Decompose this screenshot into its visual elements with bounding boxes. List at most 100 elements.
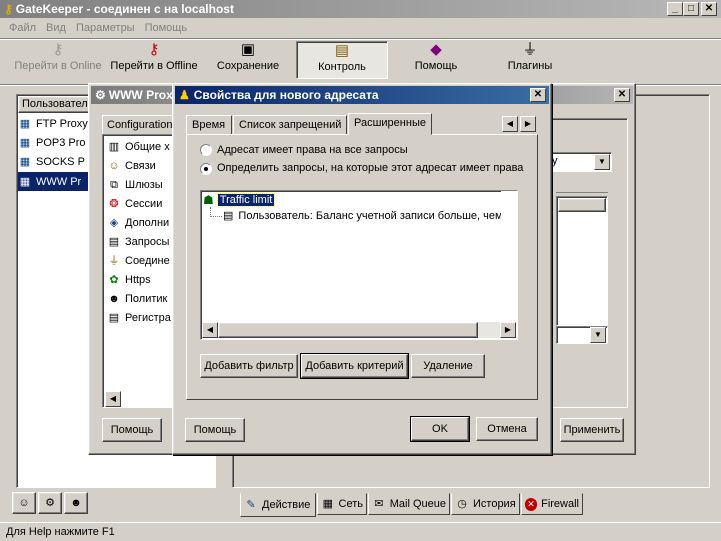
proxy-help-button[interactable]: Помощь	[102, 418, 162, 442]
add-filter-button-label: Добавить фильтр	[204, 360, 294, 372]
apply-button-label: Применить	[563, 424, 621, 436]
dialog-help-button-label: Помощь	[193, 424, 237, 436]
gears-icon: ⚙	[45, 497, 55, 509]
tab-time[interactable]: Время	[186, 115, 232, 135]
https-icon: ✿	[109, 273, 119, 286]
network-icon: ▦	[322, 498, 333, 510]
list-item-pop3[interactable]: ▦ POP3 Pro	[18, 133, 86, 152]
proxy-tree-links-label: Связи	[125, 159, 156, 172]
proxy-tree-scroll-left[interactable]: ◀	[105, 391, 121, 407]
proxy-tree-policy[interactable]: ☻ Политик	[107, 289, 167, 308]
list-item-www[interactable]: ▦ WWW Pr	[18, 172, 92, 191]
tab-blacklist[interactable]: Список запрещений	[233, 115, 347, 135]
rules-tree-child[interactable]: ▤ Пользователь: Баланс учетной записи бо…	[223, 209, 512, 223]
left-tab-users[interactable]: ☺	[12, 492, 36, 514]
users-icon: ☺	[18, 497, 30, 509]
radio-define-requests[interactable]: Определить запросы, на которые этот адре…	[200, 162, 530, 175]
menu-file[interactable]: Файл	[9, 22, 36, 34]
add-criterion-button-label: Добавить критерий	[305, 360, 404, 372]
gateways-icon: ⧉	[110, 178, 118, 191]
dialog-close-button[interactable]: ✕	[530, 88, 546, 102]
status-bar: Для Help нажмите F1	[0, 522, 721, 541]
ok-button[interactable]: OK	[410, 416, 470, 442]
left-tab-person[interactable]: ☻	[64, 492, 88, 514]
minimize-button[interactable]: _	[667, 2, 683, 16]
floppy-icon: ▣	[240, 41, 256, 58]
right-window-combo2-arrow[interactable]: ▼	[590, 327, 606, 343]
right-window-combo-arrow[interactable]: ▼	[594, 154, 610, 170]
person-icon: ☻	[70, 497, 82, 509]
right-window-line	[556, 192, 608, 193]
list-item-ftp[interactable]: ▦ FTP Proxy	[18, 114, 88, 133]
proxy-tree-gateways[interactable]: ⧉ Шлюзы	[107, 175, 163, 194]
rules-tree-vscroll-track	[501, 191, 517, 322]
left-tab-network[interactable]: ⚙	[38, 492, 62, 514]
proxy-tree-additional[interactable]: ◈ Дополни	[107, 213, 169, 232]
proxy-tree-sessions[interactable]: ❂ Сессии	[107, 194, 162, 213]
right-window-list-header	[558, 198, 606, 212]
proxy-tree-gateways-label: Шлюзы	[125, 178, 163, 191]
toolbar-control[interactable]: ▤ Контроль	[296, 41, 388, 79]
requests-icon: ▤	[108, 235, 120, 248]
left-panel-list: ▦ FTP Proxy ▦ POP3 Pro ▦ SOCKS P ▦ WWW Pr	[18, 114, 92, 194]
left-bottom-tabs: ☺ ⚙ ☻	[12, 492, 88, 516]
sessions-icon: ❂	[109, 197, 119, 210]
key-icon: ⚷	[52, 41, 64, 58]
proxy-tab-configuration[interactable]: Configuration	[102, 115, 176, 135]
proxy-tree-https[interactable]: ✿ Https	[107, 270, 150, 289]
toolbar-save[interactable]: ▣ Сохранение	[202, 42, 294, 78]
rules-tree-child-label: Пользователь: Баланс учетной записи боль…	[238, 209, 512, 222]
dialog-help-button[interactable]: Помощь	[185, 418, 245, 442]
rules-tree-root-label: Traffic limit	[216, 193, 276, 207]
right-window-combo-value: у	[552, 155, 558, 167]
hscroll-thumb[interactable]	[218, 322, 478, 338]
delete-button[interactable]: Удаление	[411, 354, 485, 378]
tab-network[interactable]: ▦ Сеть	[317, 493, 367, 515]
tab-advanced[interactable]: Расширенные	[348, 113, 432, 135]
proxy-tree-general[interactable]: ▥ Общие х	[107, 137, 170, 156]
menu-help[interactable]: Помощь	[145, 22, 188, 34]
action-icon: ✎	[246, 499, 256, 511]
tab-history[interactable]: ◷ История	[451, 493, 520, 515]
menu-settings[interactable]: Параметры	[76, 22, 135, 34]
rules-tree-hscroll[interactable]: ◀ ▶	[202, 322, 516, 338]
toolbar-go-offline[interactable]: ⚷ Перейти в Offline	[106, 42, 202, 78]
mail-icon: ✉	[374, 498, 384, 510]
tab-blacklist-label: Список запрещений	[239, 119, 342, 131]
close-button[interactable]: ✕	[701, 2, 717, 16]
hscroll-right-arrow[interactable]: ▶	[500, 322, 516, 338]
tab-firewall[interactable]: ✕ Firewall	[521, 493, 583, 515]
apply-button[interactable]: Применить	[560, 418, 624, 442]
list-item-socks-label: SOCKS P	[36, 155, 85, 168]
cancel-button-label: Отмена	[487, 423, 527, 435]
maximize-button[interactable]: □	[683, 2, 699, 16]
toolbar-go-online[interactable]: ⚷ Перейти в Online	[10, 42, 106, 78]
rules-tree-root[interactable]: ☗ Traffic limit	[203, 193, 276, 207]
plugin-icon: ⏚	[522, 41, 538, 58]
proxy-tree-links[interactable]: ☺ Связи	[107, 156, 156, 175]
toolbar-plugins[interactable]: ⏚ Плагины	[484, 42, 576, 78]
tab-action[interactable]: ✎ Действие	[240, 493, 316, 517]
left-panel-header[interactable]: Пользовател	[18, 96, 92, 113]
tab-scroll-right[interactable]: ▶	[520, 116, 536, 132]
add-criterion-button[interactable]: Добавить критерий	[300, 353, 409, 379]
right-window-close-button[interactable]: ✕	[614, 88, 630, 102]
list-item-ftp-label: FTP Proxy	[36, 117, 88, 130]
proxy-tree-connections[interactable]: ⏚ Соедине	[107, 251, 170, 270]
list-item-socks[interactable]: ▦ SOCKS P	[18, 152, 85, 171]
rules-tree[interactable]: ☗ Traffic limit ▤ Пользователь: Баланс у…	[200, 190, 518, 340]
tab-scroll-left[interactable]: ◀	[502, 116, 518, 132]
tab-mail-queue[interactable]: ✉ Mail Queue	[368, 493, 450, 515]
radio-all-requests[interactable]: Адресат имеет права на все запросы	[200, 144, 408, 156]
radio-define-requests-label: Определить запросы, на которые этот адре…	[217, 162, 524, 174]
cancel-button[interactable]: Отмена	[476, 417, 538, 441]
app-key-icon: ⚷	[4, 2, 13, 16]
proxy-tree-general-label: Общие х	[125, 140, 170, 153]
hscroll-left-arrow[interactable]: ◀	[202, 322, 218, 338]
proxy-tree-registration[interactable]: ▤ Регистра	[107, 308, 171, 327]
proxy-tree-requests[interactable]: ▤ Запросы	[107, 232, 170, 251]
toolbar-help[interactable]: ◆ Помощь	[390, 42, 482, 78]
toolbar-go-online-label: Перейти в Online	[14, 60, 102, 72]
add-filter-button[interactable]: Добавить фильтр	[200, 354, 298, 378]
menu-view[interactable]: Вид	[46, 22, 66, 34]
